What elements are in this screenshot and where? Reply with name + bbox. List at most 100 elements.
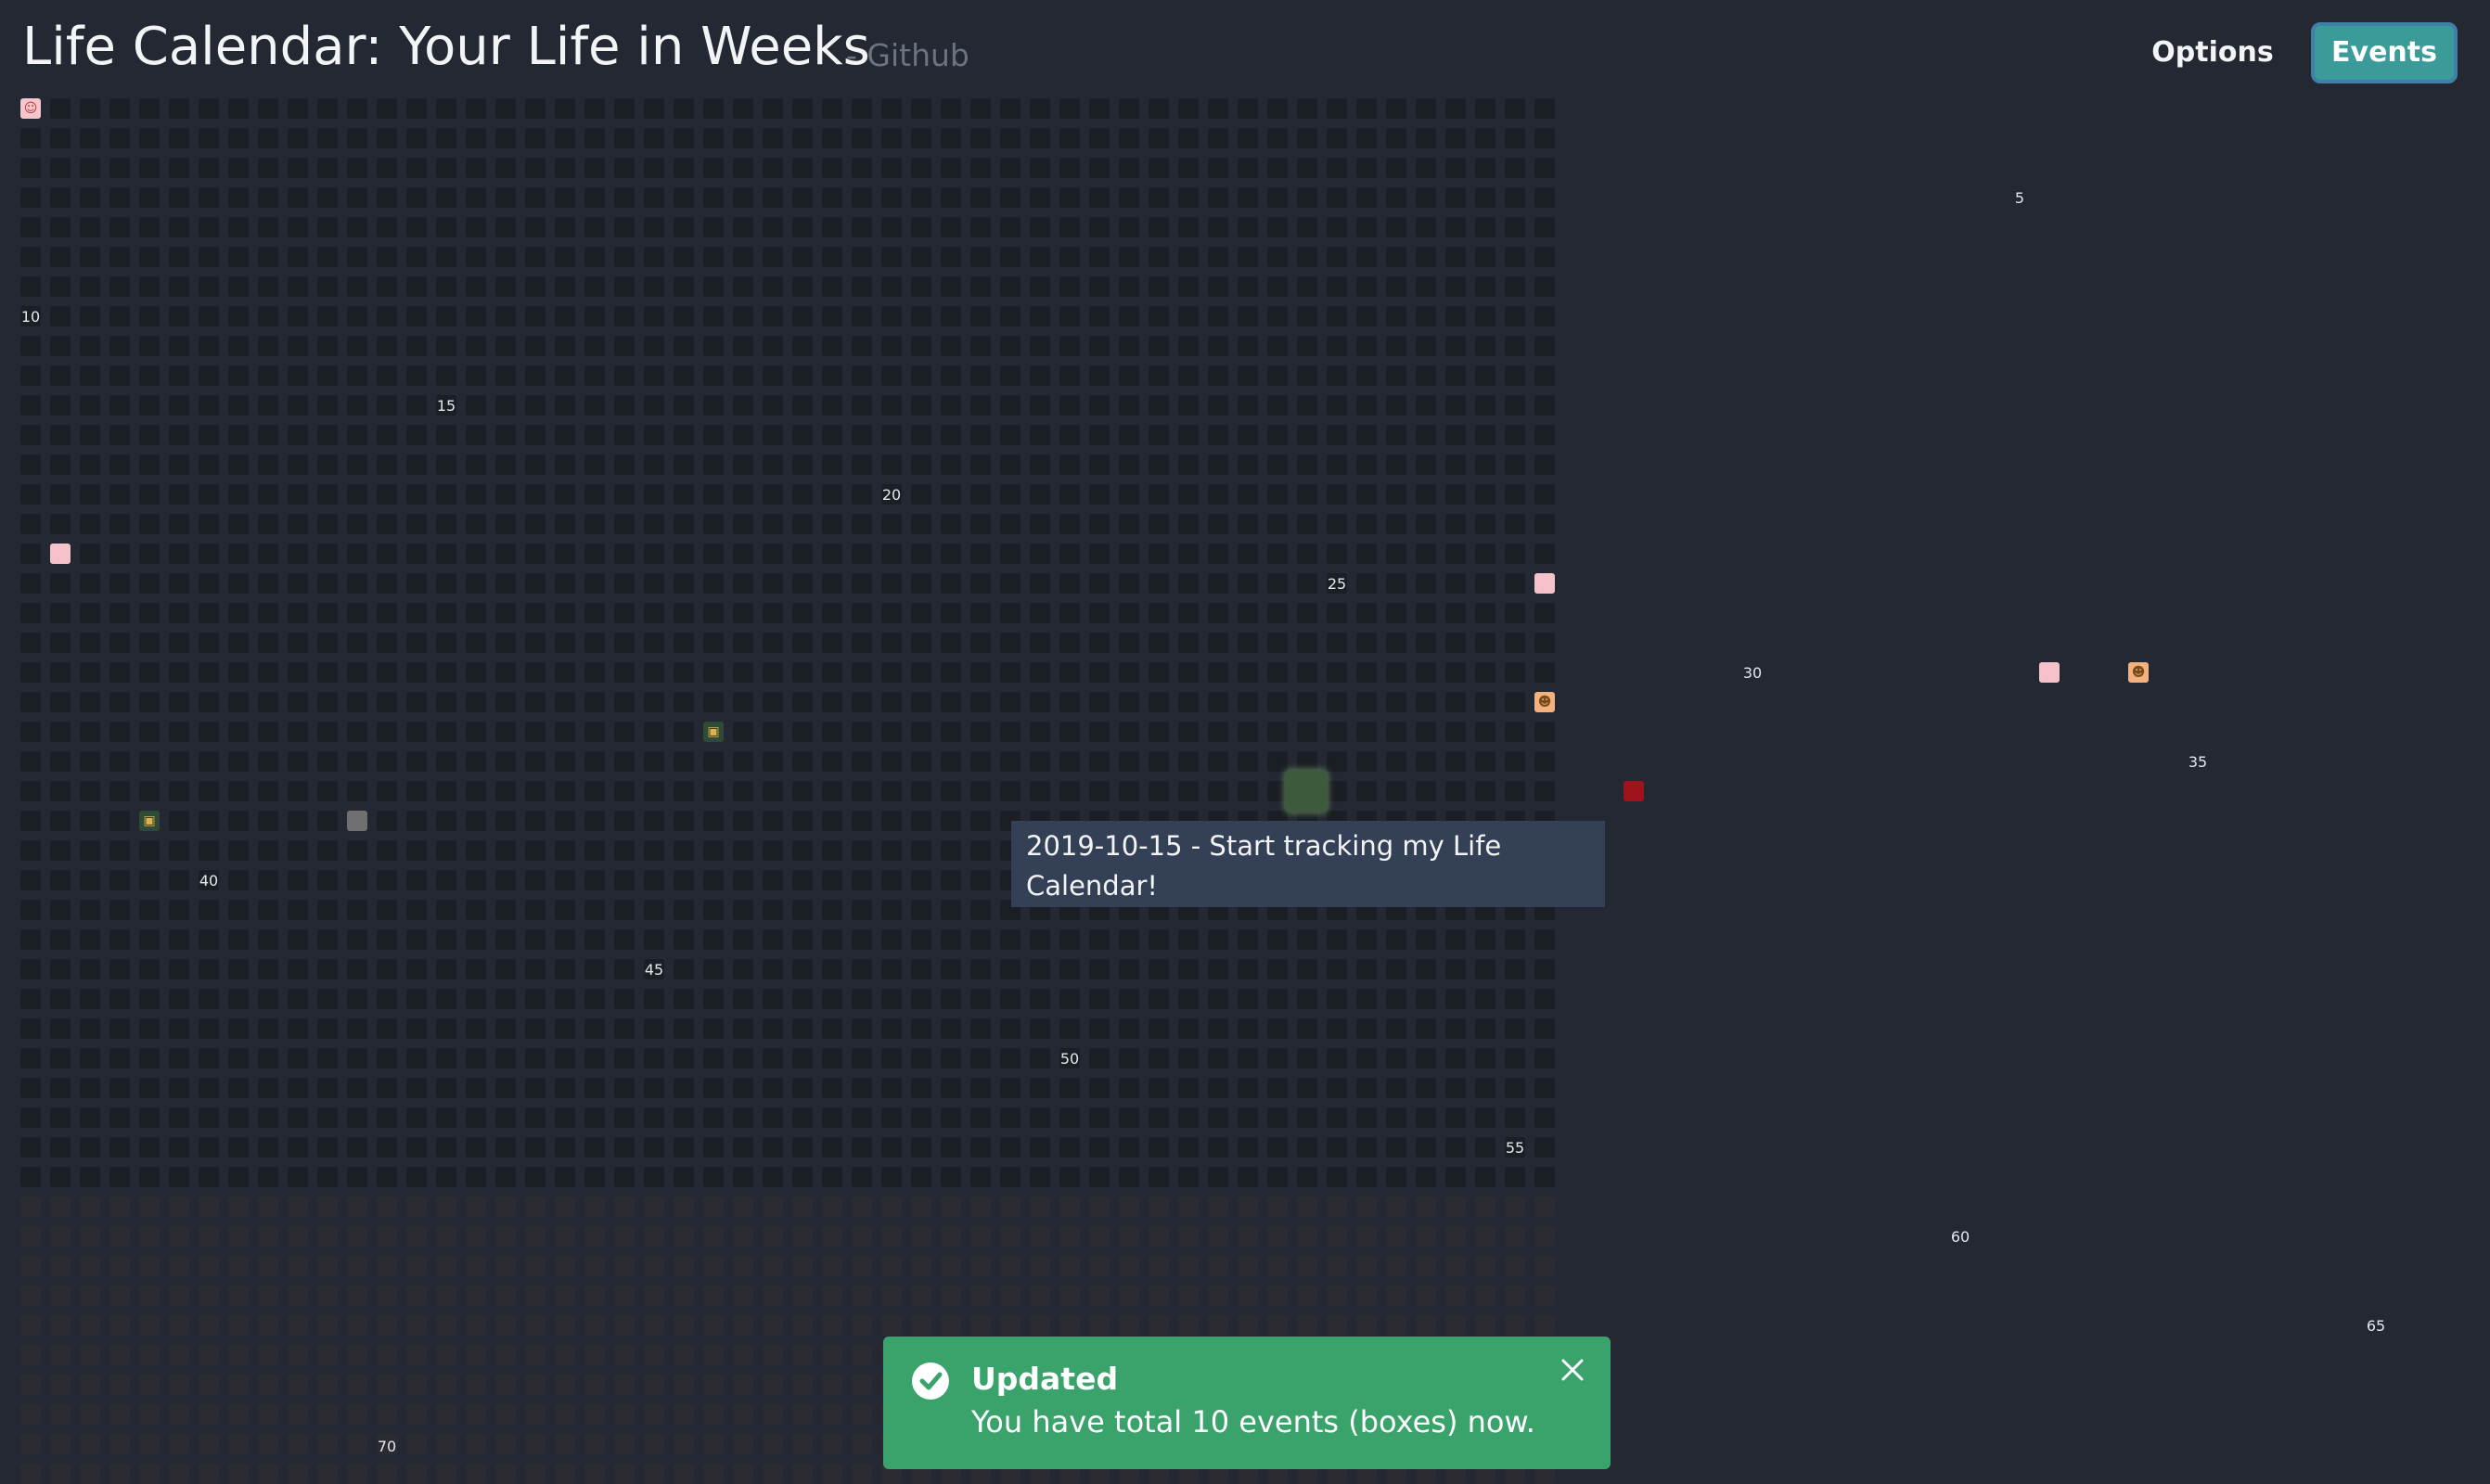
week-box[interactable] [614, 395, 635, 416]
week-box[interactable] [703, 158, 724, 178]
week-box[interactable] [1119, 217, 1139, 237]
week-box[interactable] [139, 900, 160, 920]
week-box[interactable] [1297, 1137, 1317, 1158]
week-box[interactable] [614, 692, 635, 712]
week-box[interactable] [1178, 514, 1199, 534]
week-box[interactable] [1386, 187, 1406, 208]
week-box[interactable] [1267, 544, 1288, 564]
week-box[interactable] [584, 306, 605, 326]
week-box[interactable] [1297, 1048, 1317, 1068]
week-box[interactable] [1445, 484, 1466, 505]
week-box[interactable] [555, 1315, 575, 1336]
week-box[interactable] [1327, 781, 1347, 801]
week-box[interactable] [674, 98, 694, 119]
week-box[interactable] [1505, 306, 1525, 326]
week-box[interactable] [258, 781, 278, 801]
week-box[interactable] [614, 276, 635, 297]
week-box[interactable] [674, 781, 694, 801]
week-box[interactable] [466, 573, 486, 594]
week-box[interactable] [139, 870, 160, 890]
week-box[interactable] [139, 1048, 160, 1068]
week-box[interactable] [852, 1137, 872, 1158]
week-box[interactable] [20, 1256, 41, 1276]
week-box[interactable] [644, 544, 664, 564]
week-box[interactable] [495, 514, 516, 534]
week-box[interactable] [169, 870, 189, 890]
week-box[interactable] [139, 1434, 160, 1454]
week-box[interactable] [644, 247, 664, 267]
week-box[interactable] [1059, 751, 1080, 772]
week-box[interactable] [169, 840, 189, 861]
week-box[interactable] [1030, 454, 1050, 475]
week-box[interactable] [1059, 929, 1080, 950]
week-box[interactable] [495, 840, 516, 861]
week-box[interactable] [1416, 662, 1436, 683]
week-box[interactable] [80, 662, 100, 683]
week-box[interactable] [20, 1137, 41, 1158]
week-box[interactable] [406, 1107, 427, 1128]
week-box[interactable] [169, 1107, 189, 1128]
week-box[interactable] [1416, 603, 1436, 623]
week-box[interactable] [614, 336, 635, 356]
week-box[interactable] [555, 365, 575, 386]
week-box[interactable] [1059, 662, 1080, 683]
week-box[interactable] [733, 751, 753, 772]
week-box[interactable] [1297, 1315, 1317, 1336]
week-box[interactable] [911, 929, 931, 950]
week-box[interactable] [495, 484, 516, 505]
week-box[interactable] [1149, 247, 1169, 267]
week-box[interactable] [139, 722, 160, 742]
week-box[interactable] [495, 1018, 516, 1039]
week-box[interactable] [80, 187, 100, 208]
week-box[interactable] [703, 989, 724, 1009]
week-box[interactable] [881, 365, 902, 386]
week-box[interactable] [674, 217, 694, 237]
week-box[interactable] [466, 1464, 486, 1484]
week-box[interactable] [377, 1375, 397, 1395]
week-box[interactable] [763, 1078, 783, 1098]
week-box[interactable] [169, 1315, 189, 1336]
week-box[interactable] [1297, 276, 1317, 297]
week-box[interactable] [525, 840, 545, 861]
week-box[interactable] [792, 573, 813, 594]
week-box[interactable] [1267, 395, 1288, 416]
week-box[interactable] [377, 989, 397, 1009]
week-box[interactable] [228, 484, 249, 505]
week-box[interactable] [555, 276, 575, 297]
week-box[interactable] [109, 247, 130, 267]
week-box[interactable] [1000, 247, 1020, 267]
week-box[interactable] [1297, 1107, 1317, 1128]
week-box[interactable] [317, 662, 338, 683]
week-box[interactable] [20, 633, 41, 653]
week-box[interactable] [525, 1434, 545, 1454]
week-box[interactable] [1089, 395, 1110, 416]
week-box[interactable] [466, 336, 486, 356]
week-box[interactable] [1089, 751, 1110, 772]
week-box[interactable] [347, 1286, 367, 1306]
week-box[interactable] [228, 929, 249, 950]
week-box[interactable] [406, 781, 427, 801]
week-box[interactable] [1416, 1286, 1436, 1306]
week-box[interactable] [881, 870, 902, 890]
week-box[interactable] [169, 573, 189, 594]
week-box[interactable] [50, 217, 71, 237]
week-box[interactable] [199, 1018, 219, 1039]
week-box[interactable] [703, 900, 724, 920]
week-box[interactable] [199, 1375, 219, 1395]
week-box[interactable] [436, 1196, 456, 1217]
week-box[interactable] [703, 484, 724, 505]
week-box[interactable] [1534, 1078, 1555, 1098]
week-box[interactable] [1386, 158, 1406, 178]
week-box[interactable] [80, 573, 100, 594]
week-box[interactable] [733, 1107, 753, 1128]
week-box[interactable] [1178, 158, 1199, 178]
week-box[interactable] [50, 365, 71, 386]
week-box[interactable] [852, 336, 872, 356]
week-box[interactable] [139, 336, 160, 356]
week-box[interactable] [703, 811, 724, 831]
week-box[interactable] [1089, 662, 1110, 683]
week-box[interactable] [377, 425, 397, 445]
week-box[interactable] [644, 1345, 664, 1365]
week-box[interactable] [1030, 781, 1050, 801]
week-box[interactable] [614, 1345, 635, 1365]
